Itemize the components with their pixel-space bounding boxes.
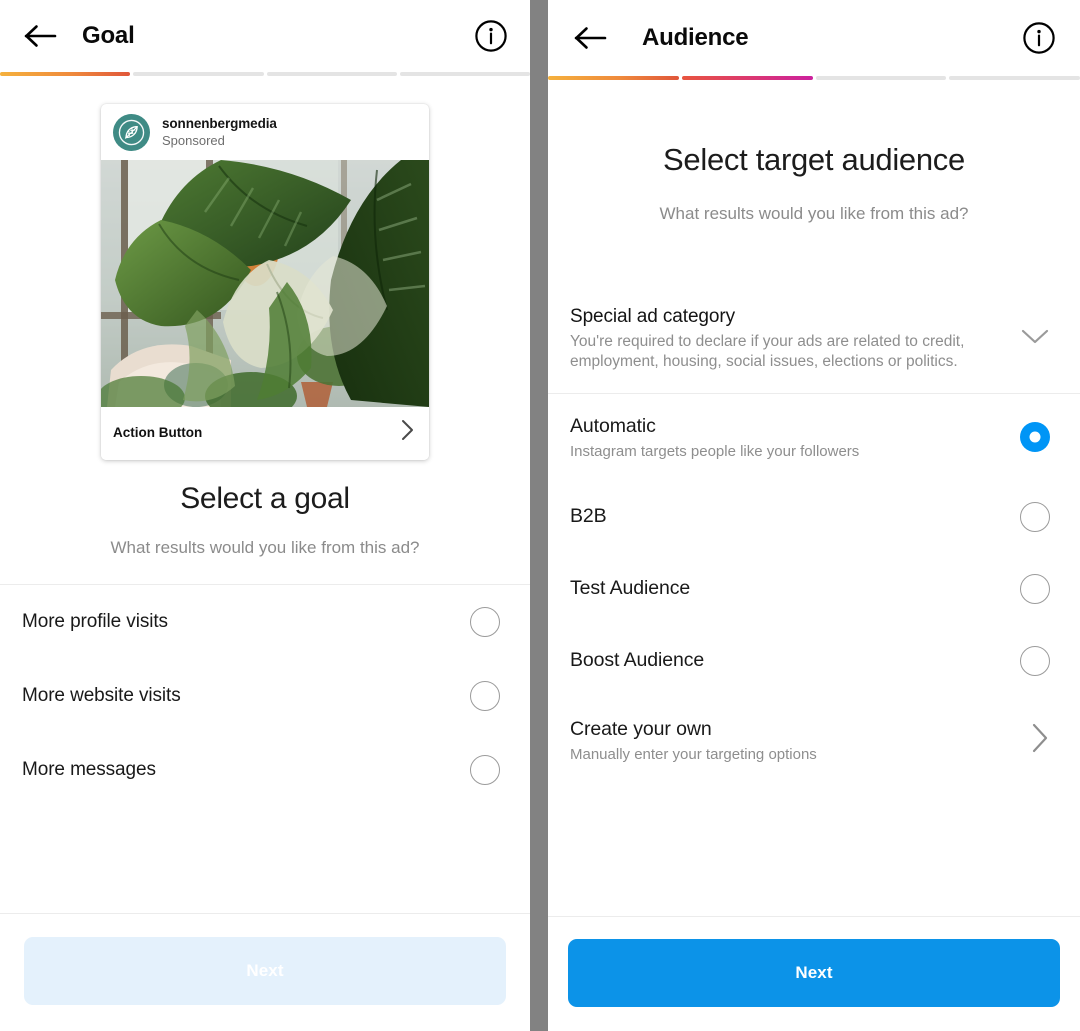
audience-footer: Next xyxy=(548,916,1080,1031)
audience-option-label: B2B xyxy=(570,505,607,528)
audience-option-label: Automatic xyxy=(570,414,656,437)
audience-option-boost-audience[interactable]: Boost Audience xyxy=(548,624,1080,697)
goal-option-text: More profile visits xyxy=(22,611,168,633)
audience-option-radio[interactable] xyxy=(1020,573,1050,604)
audience-spacer xyxy=(548,224,1080,290)
goal-spacer xyxy=(0,558,530,584)
audience-option-radio[interactable] xyxy=(1020,645,1050,676)
audience-option-b2b[interactable]: B2B xyxy=(548,480,1080,553)
chevron-down-icon[interactable] xyxy=(1020,328,1050,351)
goal-option-radio[interactable] xyxy=(470,681,500,711)
special-ad-category-row[interactable]: Special ad category You're required to d… xyxy=(548,290,1080,393)
dual-screenshot-container: Goal sonnenbergmedia Sponsored Action Bu… xyxy=(0,0,1080,1031)
audience-option-automatic[interactable]: Automatic Instagram targets people like … xyxy=(548,393,1080,481)
ad-preview-card[interactable]: sonnenbergmedia Sponsored Action Button xyxy=(101,104,429,460)
audience-option-text: Test Audience xyxy=(570,577,690,600)
goal-option-label: More website visits xyxy=(22,685,181,706)
goal-footer: Next xyxy=(0,913,530,1031)
goal-option-more-profile-visits[interactable]: More profile visits xyxy=(0,585,530,659)
audience-option-label: Test Audience xyxy=(570,577,691,600)
audience-option-label: Create your own xyxy=(570,717,712,740)
audience-options-list: Automatic Instagram targets people like … xyxy=(548,393,1080,784)
goal-option-label: More profile visits xyxy=(22,611,168,632)
chevron-right-icon[interactable] xyxy=(1030,722,1050,759)
special-ad-category-text: Special ad category You're required to d… xyxy=(570,306,970,373)
panel-divider xyxy=(530,0,548,1031)
goal-option-text: More messages xyxy=(22,759,156,781)
page-title: Goal xyxy=(82,22,135,49)
audience-screen-panel: Audience Select target audience What res… xyxy=(548,0,1080,1031)
info-circle-icon[interactable] xyxy=(474,19,508,53)
goal-title: Select a goal xyxy=(180,482,350,515)
back-arrow-icon[interactable] xyxy=(18,13,64,59)
goal-option-radio[interactable] xyxy=(470,607,500,637)
audience-option-radio[interactable] xyxy=(1020,501,1050,532)
goal-screen-panel: Goal sonnenbergmedia Sponsored Action Bu… xyxy=(0,0,530,1031)
ad-card-header: sonnenbergmedia Sponsored xyxy=(101,104,429,160)
ad-action-button-row[interactable]: Action Button xyxy=(101,407,429,460)
goal-header: Goal xyxy=(0,0,530,72)
goal-option-text: More website visits xyxy=(22,685,181,707)
goal-content: sonnenbergmedia Sponsored Action Button … xyxy=(0,76,530,913)
audience-title: Select target audience xyxy=(663,142,965,177)
goal-filler xyxy=(0,807,530,913)
audience-option-description: Manually enter your targeting options xyxy=(570,745,817,763)
ad-account-info: sonnenbergmedia Sponsored xyxy=(162,116,277,148)
audience-option-description: Instagram targets people like your follo… xyxy=(570,442,860,460)
audience-option-create-your-own[interactable]: Create your own Manually enter your targ… xyxy=(548,696,1080,784)
info-circle-icon[interactable] xyxy=(1022,21,1056,55)
audience-option-text: Create your own Manually enter your targ… xyxy=(570,718,817,763)
special-ad-category-title: Special ad category xyxy=(570,306,735,327)
back-arrow-icon[interactable] xyxy=(568,15,614,61)
goal-heading-block: Select a goal What results would you lik… xyxy=(0,460,530,558)
audience-subtitle: What results would you like from this ad… xyxy=(659,204,969,223)
ad-action-button-label: Action Button xyxy=(113,425,203,440)
ad-sponsored-label: Sponsored xyxy=(162,133,225,149)
chevron-right-icon xyxy=(400,419,415,446)
ad-preview-area: sonnenbergmedia Sponsored Action Button xyxy=(0,76,530,460)
audience-header: Audience xyxy=(548,0,1080,76)
audience-content: Select target audience What results woul… xyxy=(548,80,1080,916)
audience-option-text: Boost Audience xyxy=(570,649,704,672)
audience-option-radio-selected[interactable] xyxy=(1020,422,1050,453)
audience-filler xyxy=(548,784,1080,916)
goal-option-more-messages[interactable]: More messages xyxy=(0,733,530,807)
ad-account-handle: sonnenbergmedia xyxy=(162,116,277,132)
goal-option-label: More messages xyxy=(22,759,156,780)
audience-option-test-audience[interactable]: Test Audience xyxy=(548,552,1080,625)
audience-option-text: Automatic Instagram targets people like … xyxy=(570,415,859,460)
goal-option-radio[interactable] xyxy=(470,755,500,785)
leaf-logo-icon xyxy=(113,114,150,151)
goal-options-list: More profile visits More website visits … xyxy=(0,585,530,807)
next-button[interactable]: Next xyxy=(24,937,506,1005)
ad-preview-photo xyxy=(101,160,429,407)
goal-subtitle: What results would you like from this ad… xyxy=(110,538,420,557)
audience-option-text: B2B xyxy=(570,505,607,528)
audience-option-label: Boost Audience xyxy=(570,649,705,672)
special-ad-category-description: You're required to declare if your ads a… xyxy=(570,333,965,371)
page-title: Audience xyxy=(642,24,749,51)
next-button[interactable]: Next xyxy=(568,939,1060,1007)
goal-option-more-website-visits[interactable]: More website visits xyxy=(0,659,530,733)
audience-heading-block: Select target audience What results woul… xyxy=(548,80,1080,224)
